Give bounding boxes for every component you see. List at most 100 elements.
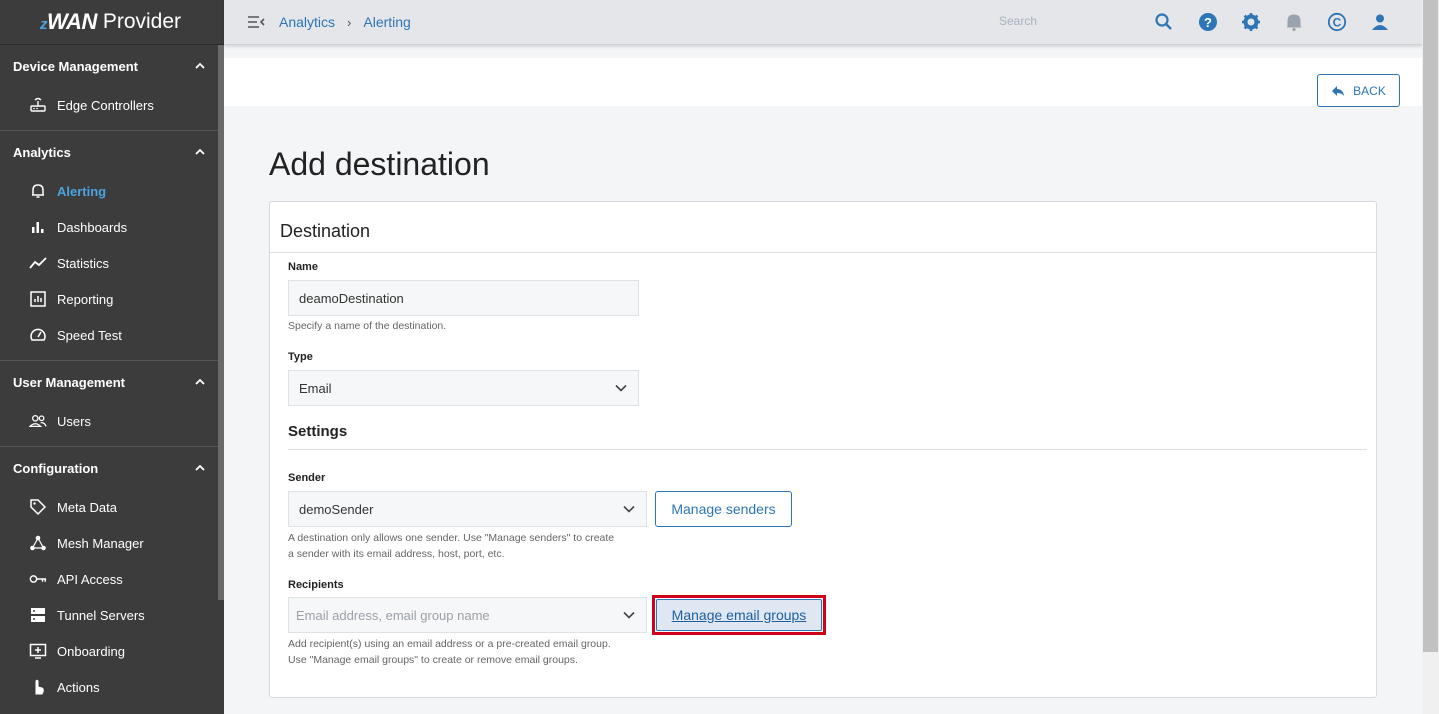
scrollbar-thumb[interactable]: [1423, 0, 1438, 652]
recipients-label: Recipients: [288, 579, 344, 591]
bar-chart-icon: [29, 218, 47, 236]
report-icon: [29, 290, 47, 308]
chevron-up-icon: [195, 378, 205, 385]
section-device-management[interactable]: Device Management: [0, 45, 224, 87]
sidebar-item-onboarding[interactable]: Onboarding: [0, 633, 224, 669]
sidebar-item-edge-controllers[interactable]: Edge Controllers: [0, 87, 224, 123]
help-icon[interactable]: ?: [1198, 12, 1218, 32]
back-button[interactable]: BACK: [1317, 74, 1400, 107]
user-icon[interactable]: [1370, 12, 1390, 32]
tag-icon: [29, 498, 47, 516]
sidebar-item-label: Alerting: [57, 183, 107, 199]
recipients-input[interactable]: Email address, email group name: [288, 597, 647, 633]
sidebar-item-label: Actions: [57, 679, 100, 695]
section-title: User Management: [13, 374, 125, 390]
breadcrumb-analytics[interactable]: Analytics: [279, 14, 335, 30]
section-user-management[interactable]: User Management: [0, 361, 224, 403]
sidebar-item-label: Tunnel Servers: [57, 607, 145, 623]
back-label: BACK: [1353, 83, 1386, 98]
sidebar-item-label: Speed Test: [57, 327, 122, 343]
sidebar-item-alerting[interactable]: Alerting: [0, 173, 224, 209]
breadcrumb-separator-icon: ›: [347, 14, 352, 30]
sidebar-item-label: API Access: [57, 571, 123, 587]
chevron-down-icon: [623, 611, 635, 619]
bell-icon[interactable]: [1284, 12, 1304, 32]
search-input[interactable]: Search: [999, 14, 1037, 28]
search-icon[interactable]: [1154, 12, 1174, 32]
sidebar-item-reporting[interactable]: Reporting: [0, 281, 224, 317]
brand-logo: zWAN: [40, 9, 97, 34]
name-help: Specify a name of the destination.: [288, 320, 447, 332]
sidebar-item-label: Edge Controllers: [57, 97, 154, 113]
settings-title: Settings: [288, 423, 348, 440]
sidebar-item-label: Statistics: [57, 255, 110, 271]
chevron-up-icon: [195, 62, 205, 69]
sidebar-item-label: Mesh Manager: [57, 535, 144, 551]
sidebar-item-mesh-manager[interactable]: Mesh Manager: [0, 525, 224, 561]
sidebar-item-actions[interactable]: Actions: [0, 669, 224, 705]
sender-help-line: A destination only allows one sender. Us…: [288, 532, 615, 544]
sidebar-item-label: Dashboards: [57, 219, 128, 235]
trend-icon: [29, 254, 47, 272]
sidebar-item-label: Users: [57, 413, 91, 429]
top-bar: Analytics › Alerting Search ? C: [224, 0, 1422, 45]
settings-divider: [288, 449, 1367, 450]
manage-email-groups-button[interactable]: Manage email groups: [656, 599, 822, 631]
sidebar-item-users[interactable]: Users: [0, 403, 224, 439]
collapse-menu-icon[interactable]: [247, 13, 265, 31]
name-field[interactable]: deamoDestination: [288, 280, 639, 316]
page-title: Add destination: [269, 146, 490, 182]
sender-select[interactable]: demoSender: [288, 491, 647, 527]
name-value: deamoDestination: [299, 290, 404, 306]
copyright-icon[interactable]: C: [1327, 12, 1347, 32]
sidebar-item-label: Meta Data: [57, 499, 117, 515]
svg-text:?: ?: [1204, 15, 1212, 30]
recipients-help-line: Add recipient(s) using an email address …: [288, 638, 611, 650]
card-divider: [270, 252, 1376, 253]
key-icon: [29, 570, 47, 588]
sidebar-scrollbar[interactable]: [218, 45, 224, 600]
type-select[interactable]: Email: [288, 370, 639, 406]
mesh-icon: [29, 534, 47, 552]
recipients-help-line: Use "Manage email groups" to create or r…: [288, 654, 578, 666]
speedometer-icon: [29, 326, 47, 344]
sidebar: zWAN Provider Device Management Edge Con…: [0, 0, 224, 714]
chevron-up-icon: [195, 464, 205, 471]
breadcrumb-alerting[interactable]: Alerting: [363, 14, 410, 30]
brand-suffix: Provider: [102, 10, 182, 33]
bell-icon: [29, 182, 47, 200]
sidebar-item-tunnel-servers[interactable]: Tunnel Servers: [0, 597, 224, 633]
recipients-help: Add recipient(s) using an email address …: [288, 636, 611, 668]
section-title: Analytics: [13, 144, 71, 160]
name-label: Name: [288, 261, 318, 273]
content-header: [224, 58, 1422, 106]
router-icon: [29, 96, 47, 114]
section-title: Configuration: [13, 460, 99, 476]
type-label: Type: [288, 351, 313, 363]
sidebar-item-speed-test[interactable]: Speed Test: [0, 317, 224, 353]
sidebar-item-statistics[interactable]: Statistics: [0, 245, 224, 281]
sender-help: A destination only allows one sender. Us…: [288, 530, 614, 562]
section-title: Device Management: [13, 58, 138, 74]
app-logo[interactable]: zWAN Provider: [0, 0, 224, 45]
onboarding-icon: [29, 642, 47, 660]
hand-icon: [29, 678, 47, 696]
chevron-down-icon: [623, 505, 635, 513]
chevron-up-icon: [195, 148, 205, 155]
sidebar-item-api-access[interactable]: API Access: [0, 561, 224, 597]
section-analytics[interactable]: Analytics: [0, 131, 224, 173]
main-scrollbar[interactable]: [1422, 0, 1439, 714]
sidebar-item-meta-data[interactable]: Meta Data: [0, 489, 224, 525]
section-configuration[interactable]: Configuration: [0, 447, 224, 489]
sender-help-line: a sender with its email address, host, p…: [288, 548, 505, 560]
type-value: Email: [299, 380, 332, 396]
sender-label: Sender: [288, 472, 326, 484]
reply-arrow-icon: [1332, 85, 1345, 96]
card-title: Destination: [280, 221, 371, 241]
manage-senders-button[interactable]: Manage senders: [655, 491, 792, 527]
gear-icon[interactable]: [1241, 12, 1261, 32]
sender-value: demoSender: [299, 501, 374, 517]
users-icon: [29, 412, 47, 430]
server-icon: [29, 606, 47, 624]
sidebar-item-dashboards[interactable]: Dashboards: [0, 209, 224, 245]
